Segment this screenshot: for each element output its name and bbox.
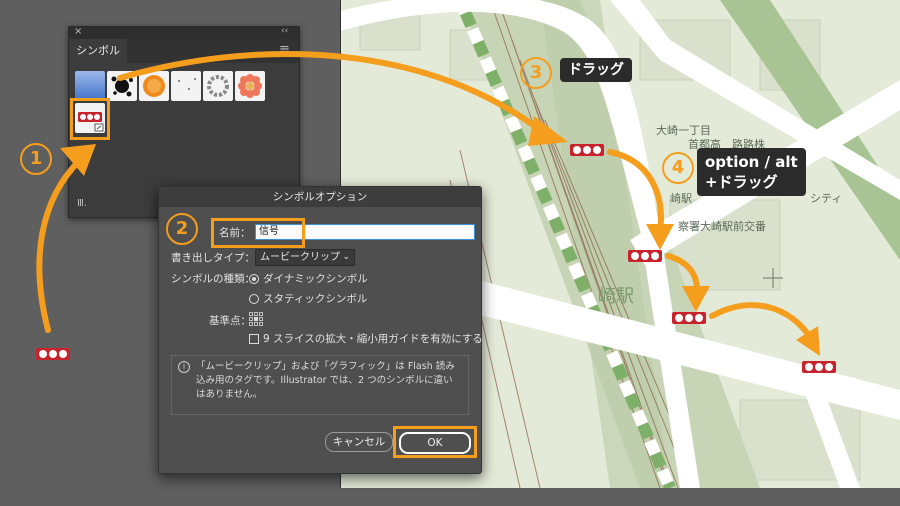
signal-symbol-source [36,348,70,360]
map-label-city: シティ [810,192,843,205]
step-3-badge: 3 [520,57,552,89]
drag-callout: ドラッグ [560,58,632,82]
signal-symbol-3[interactable] [672,312,706,324]
panel-menu-icon[interactable]: ≡ [279,42,290,57]
dialog-title: シンボルオプション [159,187,481,207]
library-icon[interactable]: Ⅲ. [77,198,87,209]
symbol-thumb-splash[interactable] [107,71,137,101]
map-label-station-front: 崎駅 [670,192,692,205]
option-drag-line2: +ドラッグ [705,173,778,191]
export-type-label: 書き出しタイプ： [171,252,255,264]
symbol-highlight-frame [70,98,110,140]
step-1-badge: 1 [20,143,52,175]
panel-tabbar: シンボル ≡ [69,39,299,63]
chevron-down-icon: ⌄ [342,252,350,262]
signal-symbol-4[interactable] [802,361,836,373]
collapse-icon[interactable]: ‹‹ [281,26,288,36]
dynamic-label: ダイナミックシンボル [263,273,368,285]
symbol-thumb-ring[interactable] [203,71,233,101]
info-box: i 「ムービークリップ」および「グラフィック」は Flash 読み込み用のタグで… [171,355,469,415]
export-type-value: ムービークリップ [260,252,340,263]
tab-symbols[interactable]: シンボル [69,39,127,63]
map-label-station: 崎駅 [598,286,634,307]
info-icon: i [178,361,190,373]
map-label-police: 察署大崎駅前交番 [678,220,766,233]
registration-label: 基準点： [209,315,251,327]
cancel-button[interactable]: キャンセル [325,432,393,452]
ok-highlight-frame [393,426,477,458]
step-4-badge: 4 [662,152,694,184]
panel-titlebar[interactable]: × ‹‹ [69,26,299,39]
name-highlight-frame [211,218,305,248]
symbol-thumb-orange[interactable] [139,71,169,101]
static-label: スタティックシンボル [263,293,368,305]
dynamic-radio[interactable] [249,274,259,284]
nine-slice-label: 9 スライスの拡大・縮小用ガイドを有効にする [263,333,483,345]
step-2-badge: 2 [166,213,198,245]
symbol-thumb-blue[interactable] [75,71,105,101]
static-radio[interactable] [249,294,259,304]
registration-grid-icon[interactable] [249,311,263,326]
close-icon[interactable]: × [74,26,82,37]
symbol-type-label: シンボルの種類： [171,273,255,285]
symbol-options-dialog[interactable]: シンボルオプション 名前： 信号 書き出しタイプ： ムービークリップ ⌄ シンボ… [158,186,483,474]
option-drag-callout: option / alt +ドラッグ [697,148,806,196]
signal-symbol-2[interactable] [628,250,662,262]
export-type-select[interactable]: ムービークリップ ⌄ [255,249,355,266]
signal-symbol-1[interactable] [570,144,604,156]
option-drag-line1: option / alt [705,153,798,171]
symbol-thumb-dots[interactable] [171,71,201,101]
info-text: 「ムービークリップ」および「グラフィック」は Flash 読み込み用のタグです。… [196,361,455,400]
symbol-thumb-flower[interactable] [235,71,265,101]
nine-slice-checkbox[interactable] [249,334,259,344]
